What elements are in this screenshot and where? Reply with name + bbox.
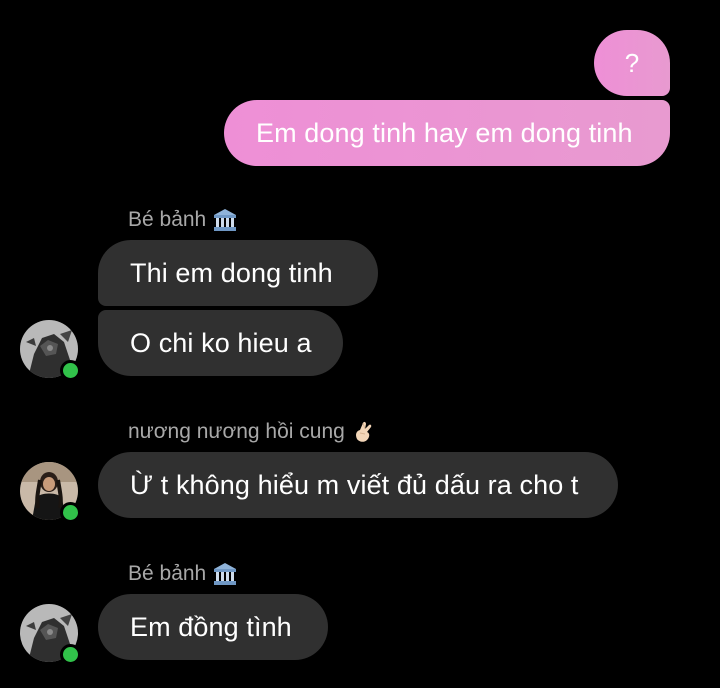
sender-name: Bé bảnh [128, 207, 238, 233]
sender-name: nương nương hồi cung [128, 419, 377, 445]
bank-icon [214, 209, 237, 231]
online-status-indicator [60, 502, 81, 523]
message-text: Em đồng tình [130, 611, 292, 642]
incoming-message[interactable]: Ừ t không hiểu m viết đủ dấu ra cho t [98, 452, 618, 518]
incoming-message[interactable]: Em đồng tình [98, 594, 328, 660]
message-text: ? [624, 47, 640, 78]
outgoing-message-question[interactable]: ? [594, 30, 670, 96]
online-status-indicator [60, 360, 81, 381]
outgoing-message[interactable]: Em dong tinh hay em dong tinh [224, 100, 670, 166]
message-text: O chi ko hieu a [130, 327, 312, 358]
incoming-message[interactable]: Thi em dong tinh [98, 240, 378, 306]
bank-icon [214, 563, 237, 585]
online-status-indicator [60, 644, 81, 665]
message-text: Ừ t không hiểu m viết đủ dấu ra cho t [130, 469, 579, 500]
avatar[interactable] [20, 320, 81, 381]
incoming-message[interactable]: O chi ko hieu a [98, 310, 343, 376]
sender-name: Bé bảnh [128, 561, 238, 587]
avatar[interactable] [20, 462, 81, 523]
message-text: Em dong tinh hay em dong tinh [256, 117, 633, 148]
message-text: Thi em dong tinh [130, 257, 333, 288]
avatar[interactable] [20, 604, 81, 665]
crossed-fingers-icon [355, 421, 372, 442]
